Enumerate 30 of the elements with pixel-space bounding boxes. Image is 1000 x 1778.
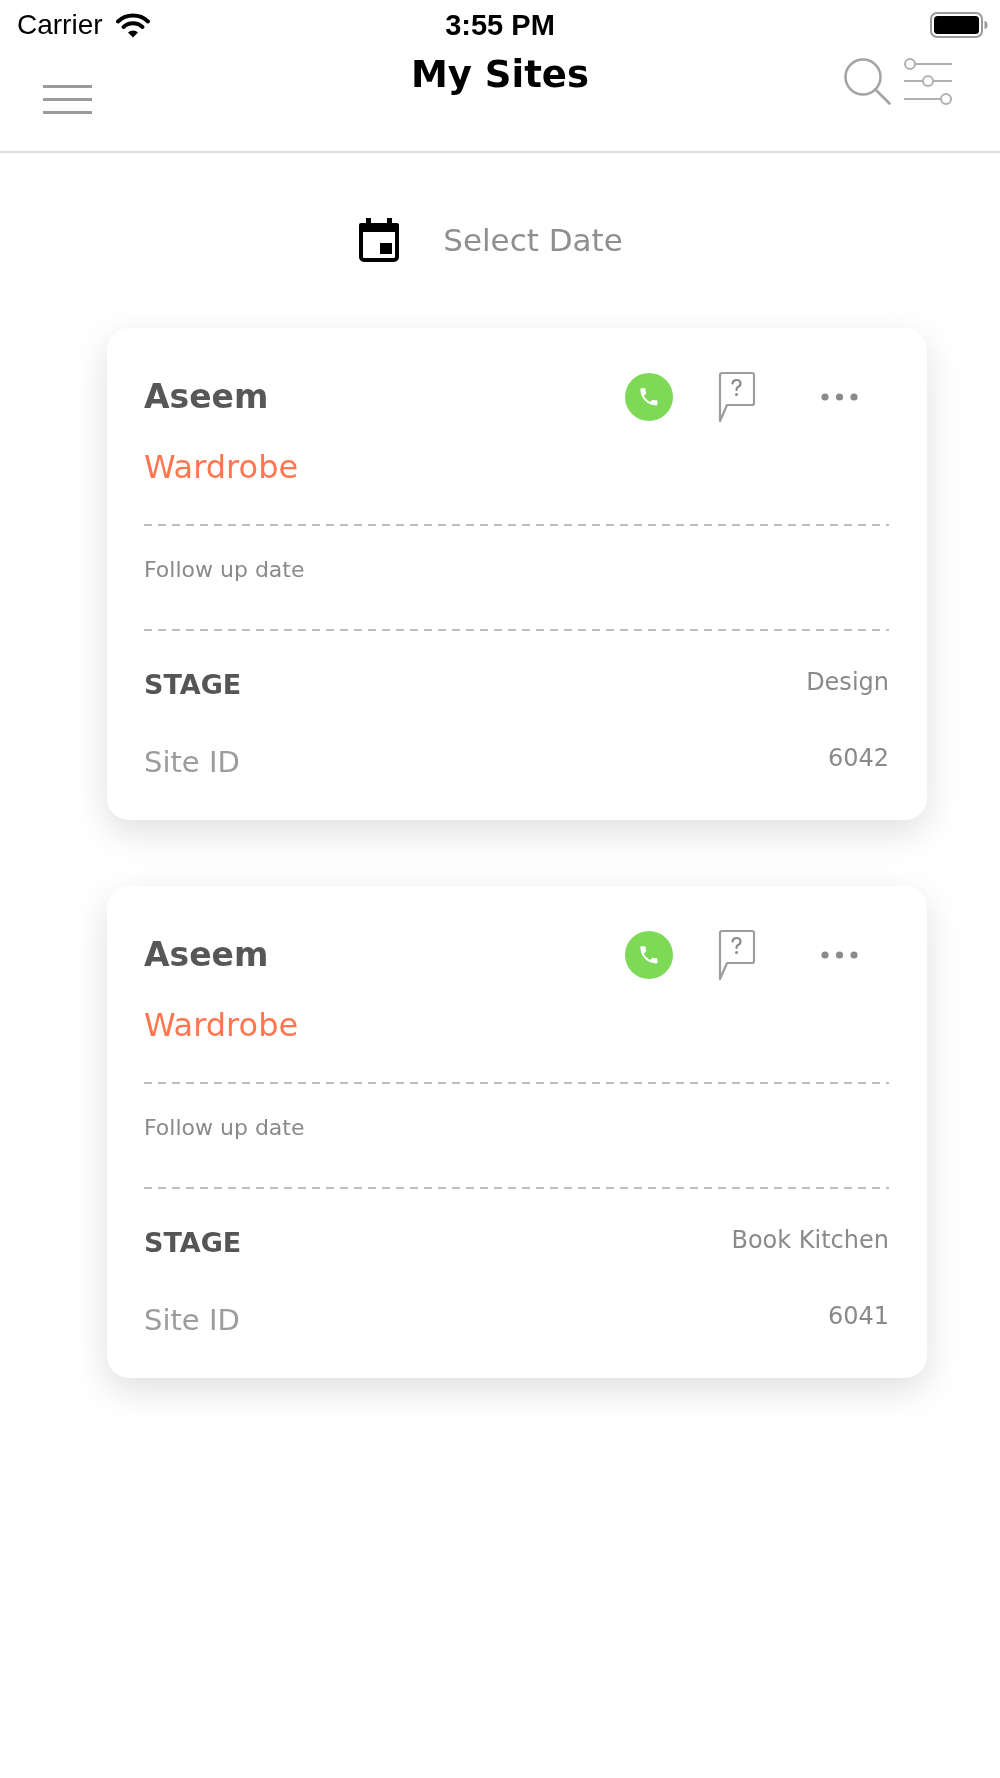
question-bubble-icon[interactable] bbox=[717, 929, 756, 981]
page-title: My Sites bbox=[411, 53, 589, 97]
stage-label: STAGE bbox=[144, 668, 242, 702]
stage-label: STAGE bbox=[144, 1226, 242, 1260]
more-icon[interactable] bbox=[821, 951, 858, 959]
battery-icon bbox=[930, 12, 988, 38]
search-icon[interactable] bbox=[843, 57, 891, 105]
select-date-button[interactable]: Select Date bbox=[357, 215, 623, 265]
stage-value: Book Kitchen bbox=[731, 1226, 889, 1254]
calendar-icon bbox=[357, 218, 402, 262]
phone-icon[interactable] bbox=[625, 373, 673, 421]
follow-up-label: Follow up date bbox=[144, 1114, 305, 1142]
wifi-icon bbox=[115, 12, 150, 38]
stage-value: Design bbox=[806, 668, 889, 696]
site-id-value: 6042 bbox=[827, 745, 889, 771]
site-id-label: Site ID bbox=[144, 1303, 240, 1337]
category-label: Wardrobe bbox=[144, 1007, 299, 1043]
sliders-icon[interactable] bbox=[904, 57, 952, 107]
follow-up-label: Follow up date bbox=[144, 556, 305, 584]
customer-name: Aseem bbox=[144, 377, 269, 417]
category-label: Wardrobe bbox=[144, 449, 299, 485]
menu-icon[interactable] bbox=[43, 85, 92, 114]
carrier-name: Carrier bbox=[17, 8, 103, 42]
customer-name: Aseem bbox=[144, 935, 269, 975]
status-time: 3:55 PM bbox=[445, 8, 555, 42]
more-icon[interactable] bbox=[821, 393, 858, 401]
phone-icon[interactable] bbox=[625, 931, 673, 979]
question-bubble-icon[interactable] bbox=[717, 371, 756, 423]
site-id-value: 6041 bbox=[827, 1303, 889, 1329]
site-id-label: Site ID bbox=[144, 745, 240, 779]
